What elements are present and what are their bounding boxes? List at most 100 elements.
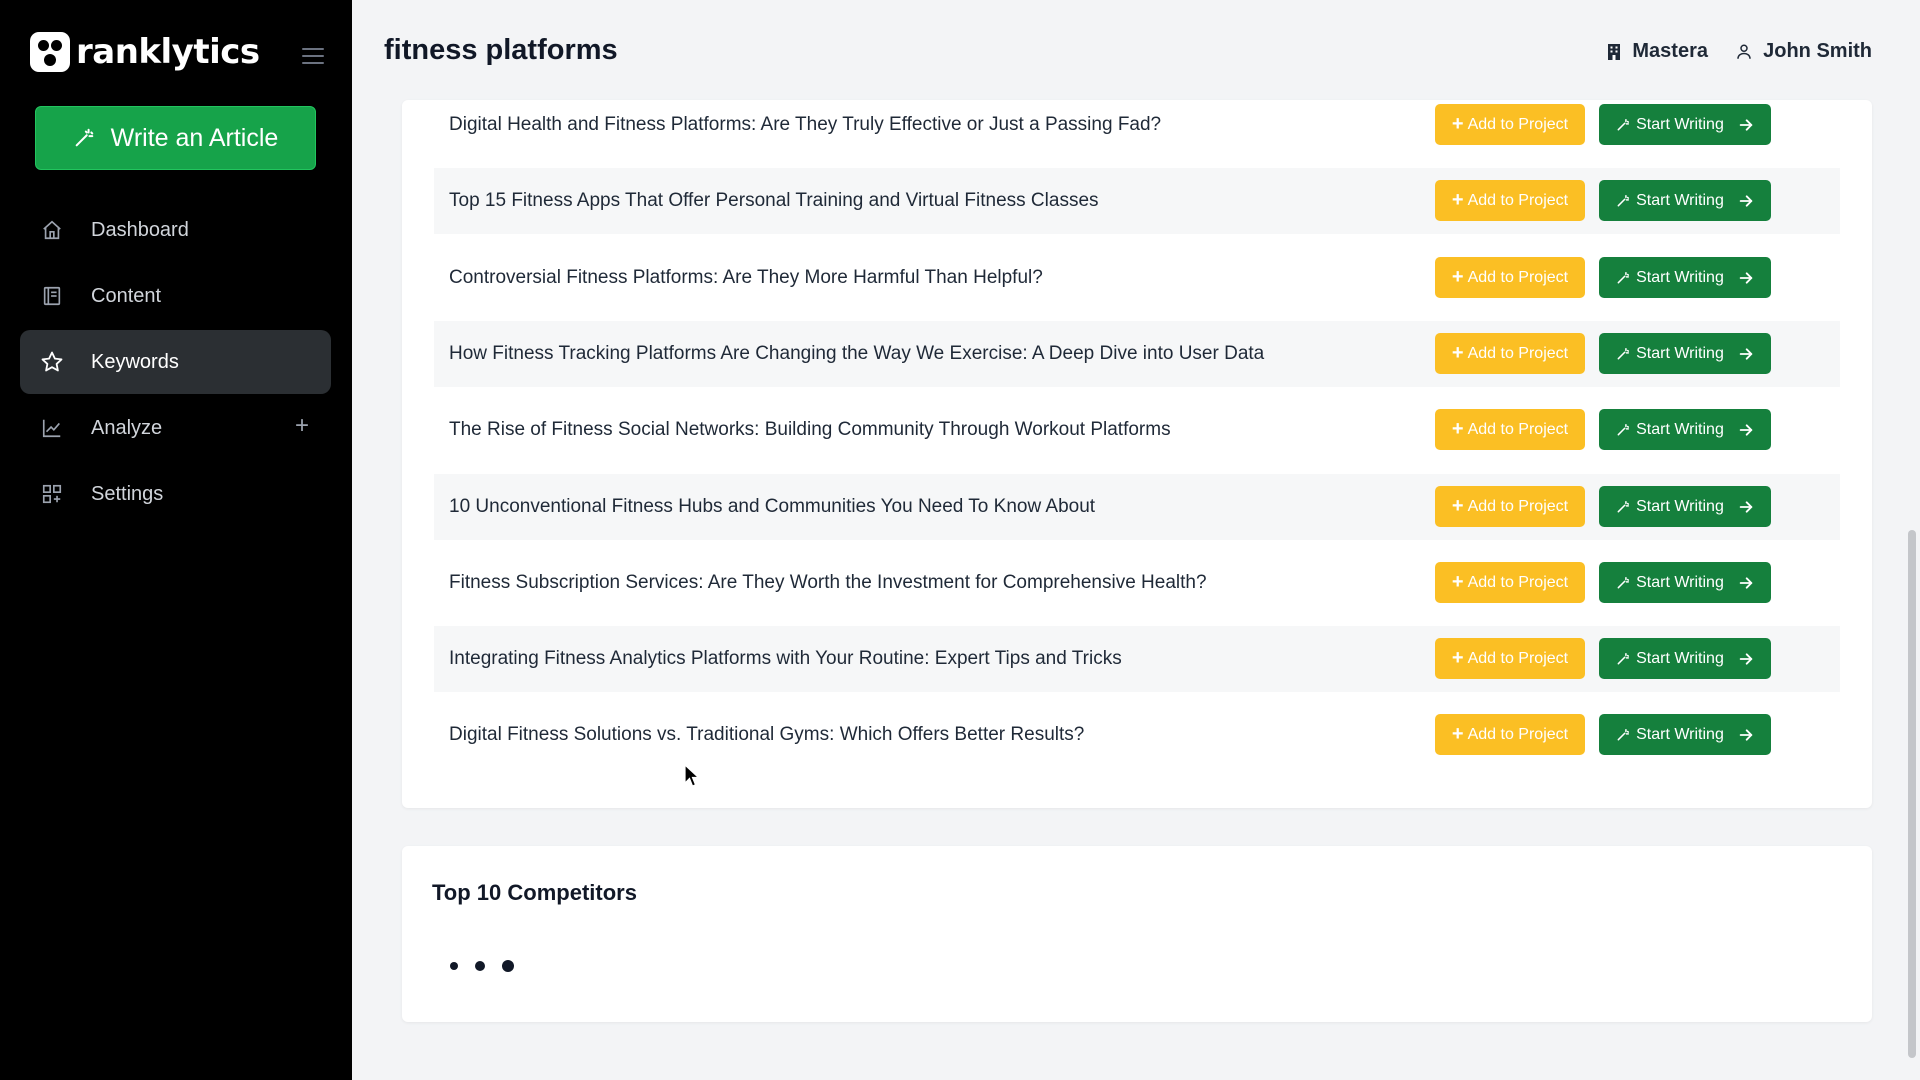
start-writing-button[interactable]: Start Writing bbox=[1599, 562, 1771, 603]
add-to-project-button[interactable]: + Add to Project bbox=[1435, 333, 1585, 374]
star-icon bbox=[40, 350, 64, 374]
plus-icon: + bbox=[1451, 647, 1464, 669]
mouse-cursor-icon bbox=[684, 764, 700, 787]
competitors-card: Top 10 Competitors bbox=[402, 846, 1872, 1022]
add-to-project-button[interactable]: + Add to Project bbox=[1435, 562, 1585, 603]
arrow-right-icon bbox=[1739, 347, 1753, 360]
start-writing-label: Start Writing bbox=[1636, 497, 1724, 515]
user-menu[interactable]: John Smith bbox=[1735, 40, 1872, 63]
arrow-right-icon bbox=[1739, 728, 1753, 741]
brand-logo[interactable]: ranklytics bbox=[30, 32, 260, 72]
nav-label-content: Content bbox=[91, 284, 162, 307]
article-row: Digital Fitness Solutions vs. Traditiona… bbox=[434, 702, 1840, 768]
start-writing-button[interactable]: Start Writing bbox=[1599, 638, 1771, 679]
document-icon bbox=[40, 284, 64, 308]
nav-item-content[interactable]: Content bbox=[20, 264, 331, 328]
article-title: Top 15 Fitness Apps That Offer Personal … bbox=[449, 190, 1099, 211]
magic-wand-icon bbox=[1617, 347, 1630, 359]
add-to-project-button[interactable]: + Add to Project bbox=[1435, 257, 1585, 298]
article-row: Digital Health and Fitness Platforms: Ar… bbox=[434, 92, 1840, 158]
arrow-right-icon bbox=[1739, 652, 1753, 665]
article-title: How Fitness Tracking Platforms Are Chang… bbox=[449, 343, 1265, 364]
top-header: fitness platforms Mastera John Smith bbox=[352, 0, 1920, 104]
logo-icon bbox=[30, 32, 70, 72]
arrow-right-icon bbox=[1739, 271, 1753, 284]
nav-item-dashboard[interactable]: Dashboard bbox=[20, 198, 331, 262]
start-writing-button[interactable]: Start Writing bbox=[1599, 333, 1771, 374]
arrow-right-icon bbox=[1739, 500, 1753, 513]
nav-item-keywords[interactable]: Keywords bbox=[20, 330, 331, 394]
loading-dot bbox=[475, 961, 485, 971]
magic-wand-icon bbox=[1617, 728, 1630, 740]
start-writing-button[interactable]: Start Writing bbox=[1599, 486, 1771, 527]
add-to-project-button[interactable]: + Add to Project bbox=[1435, 638, 1585, 679]
hamburger-menu-icon[interactable] bbox=[302, 48, 324, 64]
nav-label-settings: Settings bbox=[91, 482, 164, 505]
plus-icon: + bbox=[1451, 571, 1464, 593]
nav-label-dashboard: Dashboard bbox=[91, 218, 189, 241]
start-writing-label: Start Writing bbox=[1636, 420, 1724, 438]
add-to-project-label: Add to Project bbox=[1467, 497, 1569, 515]
article-title: Controversial Fitness Platforms: Are The… bbox=[449, 267, 1043, 288]
magic-wand-icon bbox=[1617, 423, 1630, 435]
article-row: How Fitness Tracking Platforms Are Chang… bbox=[434, 321, 1840, 387]
add-to-project-label: Add to Project bbox=[1467, 649, 1569, 667]
home-icon bbox=[40, 218, 64, 242]
add-to-project-label: Add to Project bbox=[1467, 420, 1569, 438]
add-to-project-label: Add to Project bbox=[1467, 115, 1569, 133]
arrow-right-icon bbox=[1739, 194, 1753, 207]
start-writing-button[interactable]: Start Writing bbox=[1599, 257, 1771, 298]
article-title: Fitness Subscription Services: Are They … bbox=[449, 572, 1207, 593]
article-row: 10 Unconventional Fitness Hubs and Commu… bbox=[434, 474, 1840, 540]
start-writing-button[interactable]: Start Writing bbox=[1599, 104, 1771, 145]
grid-icon bbox=[40, 482, 64, 506]
magic-wand-icon bbox=[1617, 576, 1630, 588]
start-writing-button[interactable]: Start Writing bbox=[1599, 714, 1771, 755]
start-writing-button[interactable]: Start Writing bbox=[1599, 180, 1771, 221]
start-writing-label: Start Writing bbox=[1636, 725, 1724, 743]
add-to-project-button[interactable]: + Add to Project bbox=[1435, 180, 1585, 221]
add-to-project-button[interactable]: + Add to Project bbox=[1435, 486, 1585, 527]
organization-switcher[interactable]: Mastera bbox=[1606, 40, 1708, 63]
add-to-project-label: Add to Project bbox=[1467, 268, 1569, 286]
start-writing-label: Start Writing bbox=[1636, 115, 1724, 133]
nav-item-settings[interactable]: Settings bbox=[20, 462, 331, 526]
plus-icon: + bbox=[1451, 189, 1464, 211]
loading-indicator bbox=[450, 960, 531, 972]
article-row: Top 15 Fitness Apps That Offer Personal … bbox=[434, 168, 1840, 234]
article-title: 10 Unconventional Fitness Hubs and Commu… bbox=[449, 496, 1096, 517]
nav-label-keywords: Keywords bbox=[91, 350, 179, 373]
chart-line-icon bbox=[40, 416, 64, 440]
add-to-project-button[interactable]: + Add to Project bbox=[1435, 104, 1585, 145]
scrollbar-thumb[interactable] bbox=[1908, 530, 1916, 1058]
start-writing-button[interactable]: Start Writing bbox=[1599, 409, 1771, 450]
write-article-button[interactable]: Write an Article bbox=[35, 106, 316, 170]
nav-item-analyze[interactable]: Analyze + bbox=[20, 396, 331, 460]
arrow-right-icon bbox=[1739, 576, 1753, 589]
magic-wand-icon bbox=[75, 128, 93, 147]
add-to-project-button[interactable]: + Add to Project bbox=[1435, 714, 1585, 755]
nav-label-analyze: Analyze bbox=[91, 416, 163, 439]
organization-name: Mastera bbox=[1632, 40, 1708, 62]
article-title: Digital Health and Fitness Platforms: Ar… bbox=[449, 114, 1162, 135]
plus-icon: + bbox=[1451, 418, 1464, 440]
loading-dot bbox=[450, 962, 458, 970]
user-icon bbox=[1737, 44, 1751, 59]
magic-wand-icon bbox=[1617, 500, 1630, 512]
loading-dot bbox=[502, 960, 514, 972]
article-ideas-card: Digital Health and Fitness Platforms: Ar… bbox=[402, 100, 1872, 808]
add-to-project-label: Add to Project bbox=[1467, 191, 1569, 209]
magic-wand-icon bbox=[1617, 271, 1630, 283]
add-to-project-label: Add to Project bbox=[1467, 725, 1569, 743]
article-row: Fitness Subscription Services: Are They … bbox=[434, 550, 1840, 616]
article-title: Integrating Fitness Analytics Platforms … bbox=[449, 648, 1122, 669]
arrow-right-icon bbox=[1739, 423, 1753, 436]
add-to-project-button[interactable]: + Add to Project bbox=[1435, 409, 1585, 450]
arrow-right-icon bbox=[1739, 118, 1753, 131]
article-title: The Rise of Fitness Social Networks: Bui… bbox=[449, 419, 1171, 440]
plus-icon: + bbox=[1451, 113, 1464, 135]
expand-plus-icon[interactable]: + bbox=[295, 414, 309, 438]
brand-name: ranklytics bbox=[76, 32, 260, 72]
start-writing-label: Start Writing bbox=[1636, 191, 1724, 209]
main-nav: Dashboard Content Keywords Analyze + Set… bbox=[20, 198, 331, 528]
